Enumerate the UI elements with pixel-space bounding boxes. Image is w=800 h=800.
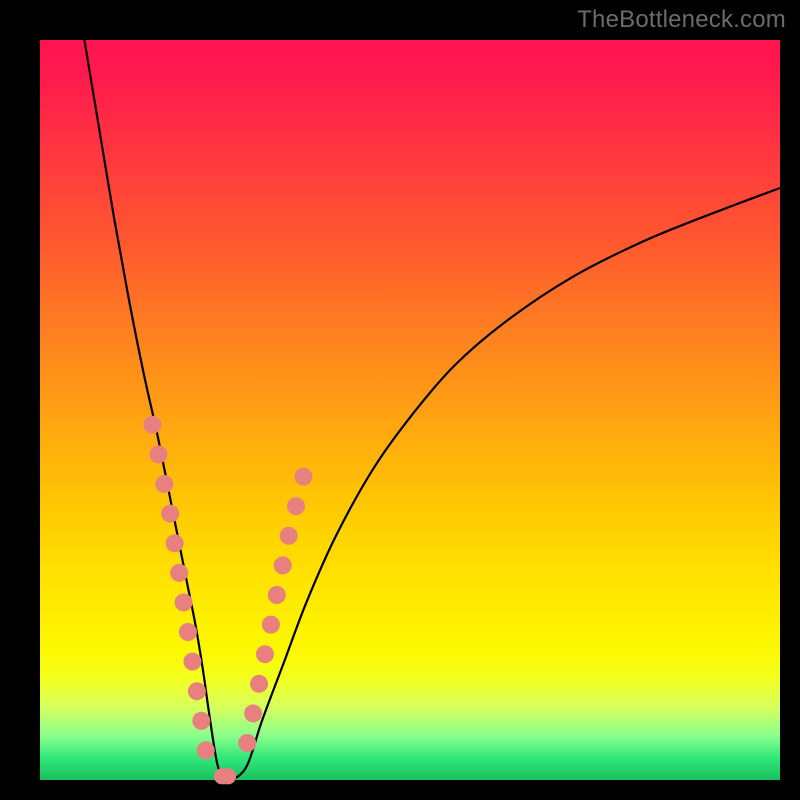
marker-dot [183,653,201,671]
marker-dot [244,704,262,722]
marker-dot [287,497,305,515]
marker-dot [294,468,312,486]
marker-dot [179,623,197,641]
marker-dot [192,712,210,730]
marker-dot [238,734,256,752]
plot-area [40,40,780,780]
marker-dot [149,445,167,463]
marker-dot [143,416,161,434]
marker-dot [188,682,206,700]
chart-frame: TheBottleneck.com [0,0,800,800]
marker-dot [161,505,179,523]
marker-dot [262,616,280,634]
marker-dot [280,527,298,545]
markers-right-cluster [238,468,312,752]
marker-dot [250,675,268,693]
curve-layer [40,40,780,780]
marker-dot [166,534,184,552]
marker-dot [256,645,274,663]
marker-dot [175,593,193,611]
marker-dot [197,741,215,759]
marker-dot [274,556,292,574]
bottleneck-curve [84,40,780,782]
marker-dot [268,586,286,604]
marker-pill [214,768,236,784]
markers-left-cluster [143,416,214,760]
marker-dot [155,475,173,493]
marker-dot [170,564,188,582]
markers-bottom-pill [214,768,236,784]
watermark-text: TheBottleneck.com [577,6,786,34]
